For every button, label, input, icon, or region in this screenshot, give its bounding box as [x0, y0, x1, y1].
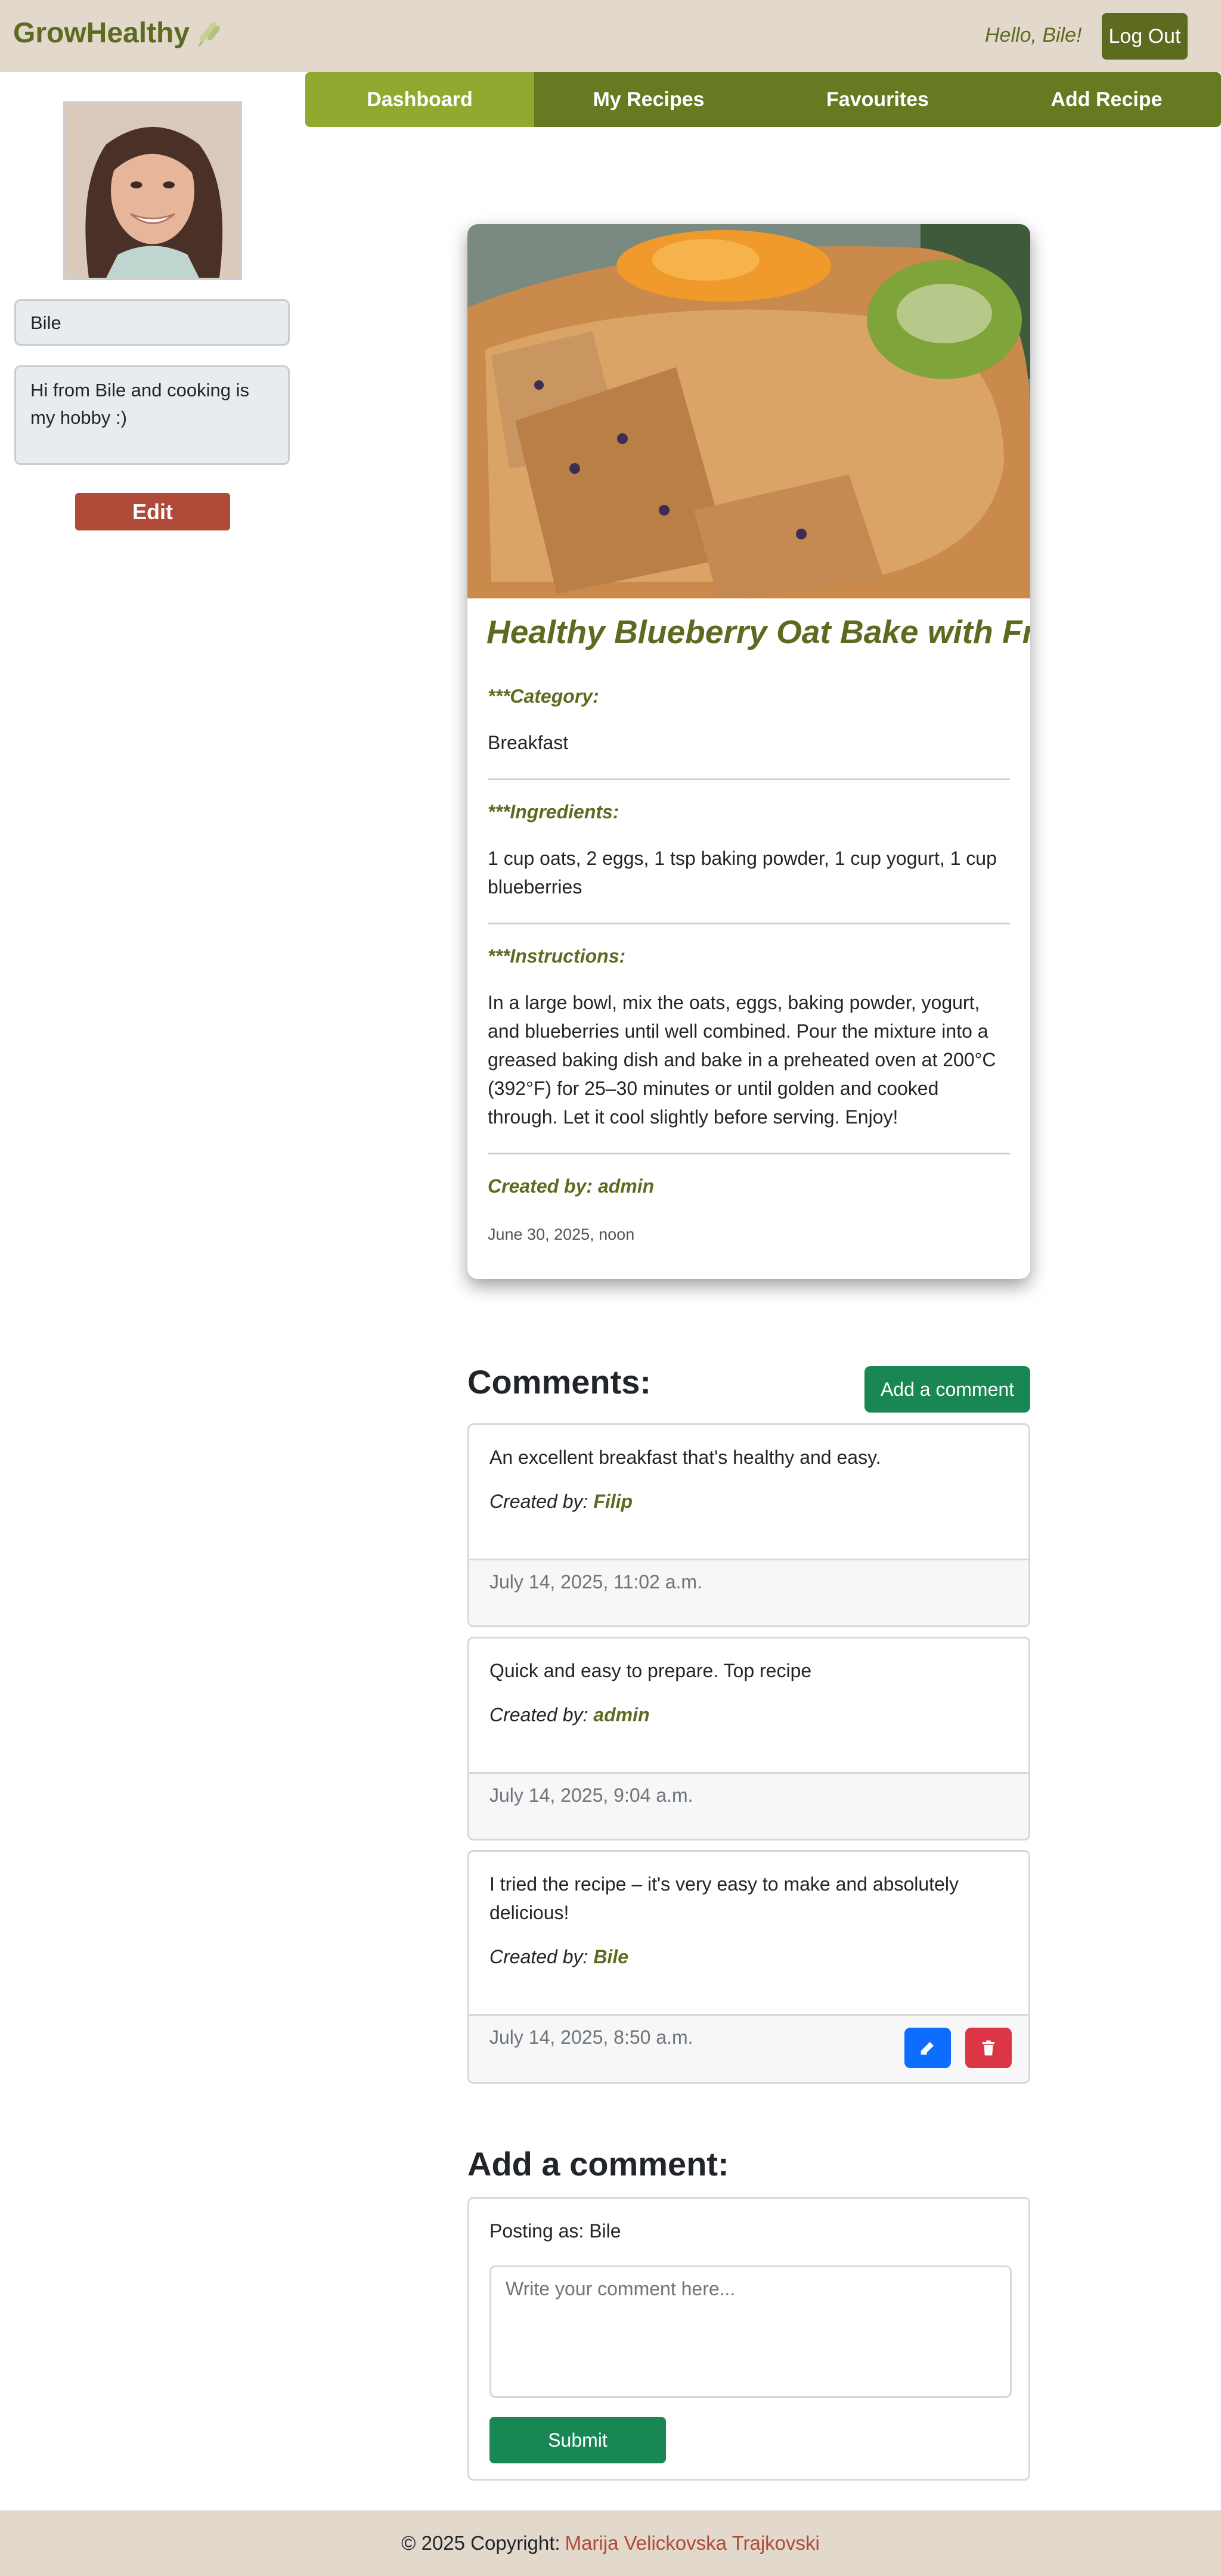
comment-text: An excellent breakfast that's healthy an…	[489, 1447, 881, 1468]
comment-date: July 14, 2025, 8:50 a.m.	[489, 2026, 693, 2048]
trash-icon	[983, 2040, 994, 2056]
copyright-text: © 2025 Copyright:	[401, 2532, 560, 2554]
divider	[488, 923, 1010, 924]
submit-comment-button[interactable]: Submit	[489, 2417, 666, 2463]
comment-card: An excellent breakfast that's healthy an…	[467, 1423, 1030, 1627]
add-comment-heading: Add a comment:	[467, 2145, 729, 2183]
greeting-text: Hello, Bile!	[985, 24, 1082, 46]
comment-footer: July 14, 2025, 11:02 a.m.	[469, 1559, 1028, 1625]
nav-item-dashboard[interactable]: Dashboard	[305, 72, 534, 127]
created-by-prefix: Created by:	[489, 1491, 588, 1512]
comment-card: Quick and easy to prepare. Top recipe Cr…	[467, 1637, 1030, 1841]
nav-item-favourites[interactable]: Favourites	[763, 72, 992, 127]
profile-name-field[interactable]: Bile	[14, 299, 290, 346]
author-name: Filip	[593, 1491, 633, 1512]
logout-button[interactable]: Log Out	[1102, 13, 1188, 60]
author-link[interactable]: Marija Velickovska Trajkovski	[565, 2532, 820, 2555]
comment-author: Created by: Filip	[489, 1491, 633, 1513]
recipe-photo	[467, 224, 1030, 598]
brand-logo[interactable]: GrowHealthy	[13, 17, 221, 49]
comment-text: I tried the recipe – it's very easy to m…	[489, 1873, 959, 1923]
main-nav: Dashboard My Recipes Favourites Add Reci…	[305, 72, 1221, 127]
top-bar: GrowHealthy Hello, Bile! Log Out	[0, 0, 1221, 72]
author-name: admin	[593, 1704, 650, 1725]
avatar	[63, 101, 242, 280]
comment-textarea[interactable]	[489, 2265, 1012, 2398]
add-comment-form: Posting as: Bile Submit	[467, 2197, 1030, 2481]
created-by: Created by: admin	[488, 1175, 655, 1197]
created-date: June 30, 2025, noon	[488, 1225, 635, 1243]
comment-author: Created by: Bile	[489, 1946, 628, 1968]
add-comment-button[interactable]: Add a comment	[864, 1366, 1030, 1413]
nav-item-my-recipes[interactable]: My Recipes	[534, 72, 763, 127]
ingredients-value: 1 cup oats, 2 eggs, 1 tsp baking powder,…	[488, 848, 997, 898]
comment-date: July 14, 2025, 11:02 a.m.	[489, 1571, 702, 1593]
brand-name: GrowHealthy	[13, 17, 190, 49]
instructions-label: ***Instructions:	[488, 945, 626, 967]
divider	[488, 778, 1010, 780]
ingredients-label: ***Ingredients:	[488, 801, 619, 823]
comment-text: Quick and easy to prepare. Top recipe	[489, 1660, 812, 1681]
wheat-icon	[198, 21, 221, 46]
recipe-title: Healthy Blueberry Oat Bake with Fruit	[486, 613, 1030, 650]
user-photo	[66, 104, 240, 278]
comment-card: I tried the recipe – it's very easy to m…	[467, 1850, 1030, 2084]
edit-comment-button[interactable]	[904, 2028, 951, 2068]
recipe-card: Healthy Blueberry Oat Bake with Fruit **…	[467, 224, 1030, 1279]
comment-author: Created by: admin	[489, 1704, 650, 1726]
comment-date: July 14, 2025, 9:04 a.m.	[489, 1784, 693, 1806]
delete-comment-button[interactable]	[965, 2028, 1012, 2068]
comment-footer: July 14, 2025, 9:04 a.m.	[469, 1772, 1028, 1839]
posting-as-label: Posting as: Bile	[489, 2220, 621, 2242]
edit-icon	[921, 2042, 934, 2055]
created-by-prefix: Created by:	[489, 1704, 588, 1725]
author-name: Bile	[593, 1946, 628, 1967]
nav-item-add-recipe[interactable]: Add Recipe	[992, 72, 1221, 127]
divider	[488, 1153, 1010, 1154]
comment-footer: July 14, 2025, 8:50 a.m.	[469, 2014, 1028, 2082]
comments-heading: Comments:	[467, 1363, 652, 1401]
profile-bio-field[interactable]: Hi from Bile and cooking is my hobby :)	[14, 365, 290, 465]
edit-profile-button[interactable]: Edit	[75, 493, 230, 530]
created-by-prefix: Created by:	[489, 1946, 588, 1967]
category-value: Breakfast	[488, 732, 569, 753]
category-label: ***Category:	[488, 685, 599, 707]
footer: © 2025 Copyright: Marija Velickovska Tra…	[0, 2510, 1221, 2576]
instructions-value: In a large bowl, mix the oats, eggs, bak…	[488, 992, 996, 1128]
